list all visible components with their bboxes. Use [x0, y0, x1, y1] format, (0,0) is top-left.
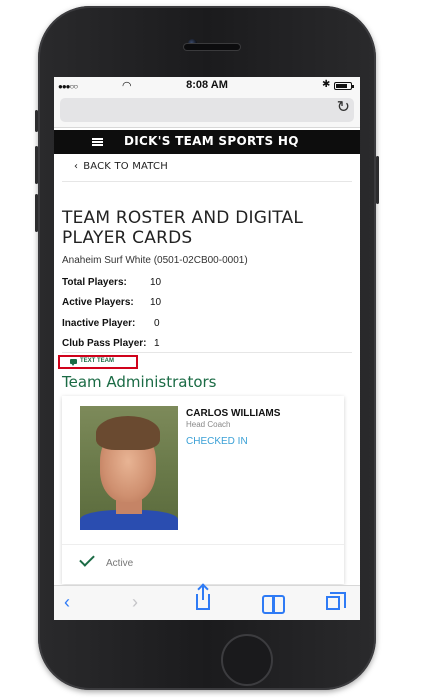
- photo-hair: [96, 416, 160, 450]
- safari-toolbar: ‹ ›: [54, 585, 360, 620]
- url-field[interactable]: [60, 98, 354, 122]
- stat-label: Total Players:: [62, 277, 127, 288]
- active-status-label: Active: [106, 558, 134, 569]
- divider: [62, 181, 352, 182]
- team-name: Anaheim Surf White (0501-02CB00-0001): [62, 255, 248, 266]
- card-divider: [62, 544, 344, 545]
- back-arrow-icon[interactable]: ‹: [64, 592, 70, 613]
- team-administrators-heading: Team Administrators: [62, 373, 217, 391]
- volume-up-button: [35, 146, 38, 184]
- bluetooth-icon: ✱: [322, 79, 331, 90]
- phone-screen: ●●●○○ ◠ 8:08 AM ✱ ↻ DICK'S TEAM SPORTS H…: [54, 77, 360, 620]
- text-team-button[interactable]: TEXT TEAM: [58, 355, 138, 369]
- status-time: 8:08 AM: [186, 79, 228, 91]
- stat-row-club-pass-players: Club Pass Player: 1: [62, 338, 160, 349]
- home-button[interactable]: [221, 634, 273, 686]
- stat-row-total-players: Total Players: 10: [62, 277, 161, 288]
- page-title: TEAM ROSTER AND DIGITAL PLAYER CARDS: [62, 208, 304, 248]
- bookmarks-icon[interactable]: [262, 595, 285, 614]
- admin-card[interactable]: CARLOS WILLIAMS Head Coach CHECKED IN Ac…: [62, 396, 344, 584]
- divider: [62, 352, 352, 353]
- checked-in-status[interactable]: CHECKED IN: [186, 436, 248, 447]
- battery-icon: [334, 82, 354, 90]
- chevron-left-icon: ‹: [74, 161, 79, 172]
- stat-label: Club Pass Player:: [62, 338, 147, 349]
- tabs-icon[interactable]: [326, 592, 346, 610]
- share-icon[interactable]: [196, 586, 210, 610]
- checkmark-icon: [79, 551, 95, 567]
- earpiece-speaker: [184, 44, 240, 50]
- status-bar: ●●●○○ ◠ 8:08 AM ✱: [54, 77, 360, 94]
- stat-row-inactive-players: Inactive Player: 0: [62, 318, 160, 329]
- site-brand-logo[interactable]: DICK'S TEAM SPORTS HQ: [124, 134, 299, 148]
- message-icon: [70, 359, 77, 366]
- forward-arrow-icon[interactable]: ›: [132, 592, 138, 613]
- stat-row-active-players: Active Players: 10: [62, 297, 161, 308]
- stat-value: 1: [154, 338, 160, 349]
- back-to-match-link[interactable]: ‹ BACK TO MATCH: [74, 161, 168, 172]
- stat-value: 0: [154, 318, 160, 329]
- stat-value: 10: [150, 277, 162, 288]
- coach-photo: [80, 406, 178, 530]
- reload-icon[interactable]: ↻: [337, 97, 350, 117]
- browser-address-bar: ↻: [54, 94, 360, 128]
- power-button: [376, 156, 379, 204]
- stat-label: Active Players:: [62, 297, 134, 308]
- volume-down-button: [35, 194, 38, 232]
- back-link-label: BACK TO MATCH: [83, 161, 168, 172]
- stat-value: 10: [150, 297, 162, 308]
- admin-name: CARLOS WILLIAMS: [186, 408, 281, 419]
- site-header: DICK'S TEAM SPORTS HQ: [54, 130, 360, 154]
- menu-icon[interactable]: [92, 138, 103, 146]
- battery-level: [336, 84, 347, 88]
- admin-role: Head Coach: [186, 420, 231, 429]
- stat-label: Inactive Player:: [62, 318, 136, 329]
- text-team-label: TEXT TEAM: [80, 358, 114, 364]
- mute-switch: [35, 110, 38, 132]
